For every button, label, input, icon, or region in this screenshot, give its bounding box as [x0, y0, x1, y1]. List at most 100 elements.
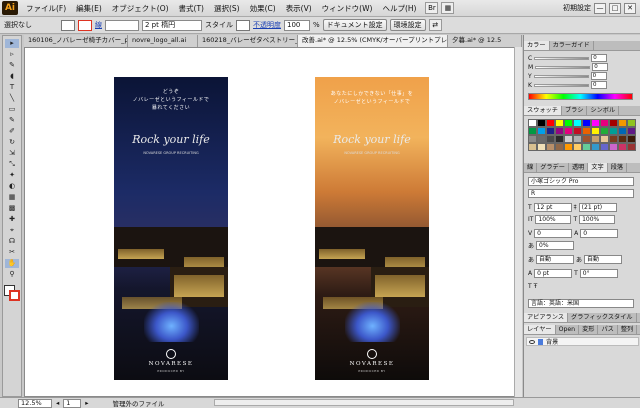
- bridge-icon[interactable]: Br: [425, 2, 439, 14]
- swatch-chip[interactable]: [546, 135, 555, 143]
- tab-tapestry[interactable]: 160218_バレーゼタペストリー_p.ai*: [198, 35, 298, 47]
- swatch-chip[interactable]: [528, 127, 537, 135]
- swatch-chip[interactable]: [573, 127, 582, 135]
- swatch-chip[interactable]: [573, 119, 582, 127]
- mesh-tool-icon[interactable]: ▩: [5, 204, 19, 213]
- tsume-field[interactable]: 0%: [536, 241, 575, 250]
- prev-artboard-icon[interactable]: ◂: [56, 399, 59, 407]
- swatch-chip[interactable]: [609, 135, 618, 143]
- artboard-sunset[interactable]: あなたにしかできない「仕事」を ノバレーゼというフィールドで Rock your…: [315, 77, 429, 380]
- swatch-chip[interactable]: [555, 127, 564, 135]
- tab-kaizen-active[interactable]: 改善.ai* @ 12.5% (CMYK/オーバープリントプレビュー): [298, 35, 448, 47]
- yellow-field[interactable]: 0: [590, 72, 607, 80]
- swatch-chip[interactable]: [582, 135, 591, 143]
- zoom-level-field[interactable]: 12.5%: [18, 398, 52, 408]
- opacity-field[interactable]: 100: [284, 19, 310, 31]
- magenta-field[interactable]: 0: [592, 63, 609, 71]
- kerning-field[interactable]: 0: [534, 229, 573, 238]
- zoom-tool-icon[interactable]: ⚲: [5, 270, 19, 279]
- swatch-chip[interactable]: [618, 119, 627, 127]
- tab-symbols[interactable]: シンボル: [587, 106, 620, 115]
- perspective-grid-tool-icon[interactable]: ▦: [5, 193, 19, 202]
- horizontal-scrollbar[interactable]: [214, 399, 514, 406]
- document-setup-button[interactable]: ドキュメント設定: [322, 19, 387, 31]
- swatch-chip[interactable]: [555, 135, 564, 143]
- menu-edit[interactable]: 編集(E): [71, 3, 107, 14]
- document-canvas[interactable]: どうぞ ノバレーゼというフィールドで 暴れてください Rock your lif…: [24, 47, 522, 397]
- swatch-chip[interactable]: [582, 119, 591, 127]
- strikethrough-icon[interactable]: Ŧ: [534, 283, 538, 290]
- style-swatch[interactable]: [236, 19, 250, 31]
- baseline-shift-field[interactable]: 0 pt: [534, 269, 573, 278]
- gradient-tool-icon[interactable]: ✚: [5, 215, 19, 224]
- menu-help[interactable]: ヘルプ(H): [377, 3, 421, 14]
- swatch-chip[interactable]: [546, 143, 555, 151]
- menu-file[interactable]: ファイル(F): [21, 3, 71, 14]
- menu-window[interactable]: ウィンドウ(W): [317, 3, 378, 14]
- swatch-chip[interactable]: [618, 143, 627, 151]
- stroke-link[interactable]: 線: [95, 20, 102, 30]
- scissors-tool-icon[interactable]: ✂: [5, 248, 19, 257]
- swatch-chip[interactable]: [528, 119, 537, 127]
- layer-row[interactable]: 背景: [526, 337, 639, 346]
- close-button[interactable]: ✕: [624, 2, 636, 14]
- swatch-chip[interactable]: [564, 127, 573, 135]
- menu-object[interactable]: オブジェクト(O): [107, 3, 174, 14]
- fill-swatch[interactable]: [61, 19, 75, 31]
- tab-graphic-styles[interactable]: グラフィックスタイル: [568, 313, 637, 322]
- swatch-chip[interactable]: [609, 119, 618, 127]
- swatch-chip[interactable]: [618, 127, 627, 135]
- preferences-button[interactable]: 環境設定: [389, 19, 426, 31]
- swatch-chip[interactable]: [627, 127, 636, 135]
- next-artboard-icon[interactable]: ▸: [85, 399, 88, 407]
- char-rotation-field[interactable]: 0°: [579, 269, 618, 278]
- tab-gradient[interactable]: グラデー: [537, 163, 569, 172]
- workspace-switcher[interactable]: 初期設定: [563, 3, 591, 13]
- swatch-chip[interactable]: [528, 135, 537, 143]
- fill-stroke-swatches[interactable]: [4, 285, 20, 301]
- tab-align[interactable]: 整列: [618, 325, 638, 334]
- menu-effect[interactable]: 効果(C): [245, 3, 281, 14]
- black-slider[interactable]: [533, 83, 589, 87]
- horizontal-scale-field[interactable]: 100%: [579, 215, 616, 224]
- swatch-chip[interactable]: [618, 135, 627, 143]
- font-family-select[interactable]: 小塚ゴシック Pro: [528, 177, 634, 186]
- status-info[interactable]: 管理外のファイル: [113, 398, 165, 408]
- swatch-chip[interactable]: [537, 135, 546, 143]
- pencil-tool-icon[interactable]: ✐: [5, 127, 19, 136]
- tab-novre-logo[interactable]: novre_logo_all.ai: [128, 35, 198, 47]
- swatch-chip[interactable]: [609, 143, 618, 151]
- swatch-chip[interactable]: [591, 127, 600, 135]
- tab-transparency[interactable]: 透明: [569, 163, 589, 172]
- rectangle-tool-icon[interactable]: ▭: [5, 105, 19, 114]
- cyan-field[interactable]: 0: [591, 54, 608, 62]
- lasso-tool-icon[interactable]: ◖: [5, 72, 19, 81]
- stroke-swatch[interactable]: [78, 19, 92, 31]
- swatch-chip[interactable]: [537, 127, 546, 135]
- vertical-scale-field[interactable]: 100%: [535, 215, 572, 224]
- swatch-chip[interactable]: [627, 135, 636, 143]
- swatch-chip[interactable]: [582, 127, 591, 135]
- eyedropper-tool-icon[interactable]: ⌖: [5, 226, 19, 235]
- tab-stroke[interactable]: 線: [524, 163, 538, 172]
- tab-transform[interactable]: 変形: [579, 325, 599, 334]
- swatch-chip[interactable]: [600, 127, 609, 135]
- aki-left-field[interactable]: 自動: [536, 255, 575, 264]
- font-size-field[interactable]: 12 pt: [533, 203, 572, 212]
- swatch-chip[interactable]: [564, 119, 573, 127]
- swatch-chip[interactable]: [555, 143, 564, 151]
- tab-paragraph[interactable]: 段落: [608, 163, 628, 172]
- tab-yugure[interactable]: 夕暮.ai* @ 12.5: [448, 35, 522, 47]
- swatch-chip[interactable]: [600, 119, 609, 127]
- swatch-chip[interactable]: [537, 119, 546, 127]
- swatch-chip[interactable]: [582, 143, 591, 151]
- tab-brushes[interactable]: ブラシ: [562, 106, 588, 115]
- font-style-select[interactable]: R: [528, 189, 634, 198]
- tracking-field[interactable]: 0: [580, 229, 619, 238]
- swatch-chip[interactable]: [591, 119, 600, 127]
- shape-builder-tool-icon[interactable]: ◐: [5, 182, 19, 191]
- visibility-eye-icon[interactable]: [529, 339, 535, 344]
- paintbrush-tool-icon[interactable]: ✎: [5, 116, 19, 125]
- panel-menu-icon[interactable]: ⇄: [428, 19, 442, 31]
- menu-view[interactable]: 表示(V): [281, 3, 317, 14]
